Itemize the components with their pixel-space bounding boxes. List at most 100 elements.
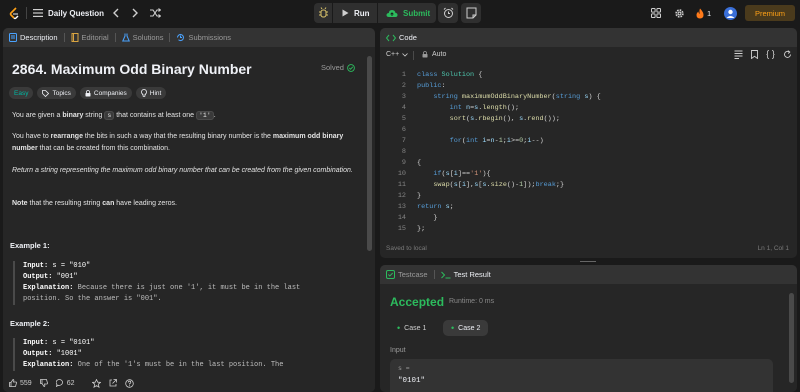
line-number: 9 [401,159,406,167]
divider [433,270,435,279]
comments-button[interactable]: 62 [55,379,75,387]
tab-editorial-label: Editorial [81,33,109,42]
premium-button[interactable]: Premium [745,5,795,21]
problem-list-icon[interactable] [33,0,43,26]
accepted-status: Accepted [390,295,445,309]
description-tabs: Description Editorial Solutions Submissi… [3,28,375,47]
tab-description-label: Description [20,33,58,42]
companies-button[interactable]: Companies [79,87,132,99]
case-1-tab[interactable]: • Case 1 [390,320,433,336]
logo-icon[interactable] [8,0,20,26]
lock-icon [422,51,428,58]
terminal-icon [440,271,451,279]
divider [114,33,116,42]
submit-button[interactable]: Submit [378,3,436,23]
streak-count: 1 [707,8,712,18]
submit-label: Submit [403,8,431,18]
code-text: } [417,192,422,200]
case-2-tab[interactable]: • Case 2 [443,320,489,336]
bookmark-icon[interactable] [751,50,758,59]
text-bold: can [102,200,115,207]
code-header: Code [380,28,797,47]
text: string [83,112,105,119]
hint-button[interactable]: Hint [135,87,167,99]
code-editor[interactable]: 1 class Solution { 2 public: 3 string maxi… [386,70,790,233]
panel-resize-handle[interactable] [376,28,379,392]
bug-icon [318,7,329,19]
text: You have to [12,133,51,140]
lightbulb-icon [140,89,147,97]
text-bold: binary [62,112,84,119]
like-button[interactable]: 559 [9,379,32,387]
language-label: C++ [386,51,400,58]
description-scrollbar[interactable] [367,56,372,251]
example-1-title: Example 1: [10,241,50,250]
editor-toolbar [734,50,792,59]
timer-button[interactable] [438,3,458,23]
example-2: Input: s = "0101" Output: "1001" Explana… [13,338,363,371]
language-select[interactable]: C++ [386,51,409,58]
thumbs-down-icon[interactable] [39,379,48,387]
example-2-title: Example 2: [10,319,50,328]
tab-description[interactable]: Description [9,33,58,42]
description-paragraph-4: Note that the resulting string can have … [12,198,360,210]
tab-code[interactable]: Code [386,33,417,42]
shuffle-icon[interactable] [150,0,161,26]
play-icon [342,9,349,17]
book-icon [71,33,79,42]
prev-problem-icon[interactable] [112,0,120,26]
input-value-box: s = "0101" [390,359,773,392]
solved-status: Solved [321,63,355,72]
reset-icon[interactable] [783,50,792,59]
result-scrollbar[interactable] [789,293,794,383]
star-icon[interactable] [92,378,102,388]
tab-test-result[interactable]: Test Result [440,270,491,279]
autosave-label: Auto [432,51,447,58]
notes-button[interactable] [461,3,481,23]
description-pane: Description Editorial Solutions Submissi… [3,28,375,392]
settings-gear-icon[interactable] [674,0,685,26]
input-label: Input [390,347,406,354]
text: You are given a [12,112,63,119]
topics-button[interactable]: Topics [37,87,76,99]
tab-editorial[interactable]: Editorial [71,33,109,42]
editor-resize-handle[interactable] [380,259,797,264]
share-icon[interactable] [109,379,118,387]
next-problem-icon[interactable] [131,0,139,26]
input-label: Input: [23,339,49,347]
history-icon [176,33,185,42]
cursor-position: Ln 1, Col 1 [757,245,789,252]
debug-button[interactable] [314,3,332,23]
comment-count: 62 [66,379,75,387]
streak-counter[interactable]: 1 [696,0,711,26]
line-number: 1 [401,71,406,79]
alarm-clock-icon [443,7,454,19]
tab-solutions[interactable]: Solutions [121,33,163,42]
run-button[interactable]: Run [333,3,377,23]
problem-title[interactable]: 2864. Maximum Odd Binary Number [12,61,252,77]
line-number: 5 [401,115,406,123]
code-text: return s; [417,203,454,211]
autosave-indicator: Auto [422,51,446,58]
avatar[interactable] [724,0,737,26]
divider [413,51,414,60]
description-paragraph-2: You have to rearrange the bits in such a… [12,131,360,154]
line-number: 4 [401,104,406,112]
output-value: "1001" [52,350,82,358]
difficulty-badge: Easy [9,87,34,99]
help-icon[interactable] [125,378,135,388]
grid-layout-icon[interactable] [651,0,661,26]
text-bold: rearrange [50,133,83,140]
code-text: { [417,159,422,167]
tab-testcase[interactable]: Testcase [386,270,428,279]
tab-submissions[interactable]: Submissions [176,33,231,42]
runtime-label: Runtime: 0 ms [449,298,495,305]
test-tabs: Testcase Test Result [380,265,797,284]
example-2-explanation: Explanation: One of the '1's must be in … [23,360,363,371]
problem-list-button[interactable]: Daily Question [48,0,104,26]
inline-code: '1' [196,111,214,120]
variable-value: "0101" [398,377,426,385]
format-lines-icon[interactable] [734,50,743,59]
code-text: int n=s.length(); [449,104,520,112]
braces-icon[interactable] [766,50,775,59]
